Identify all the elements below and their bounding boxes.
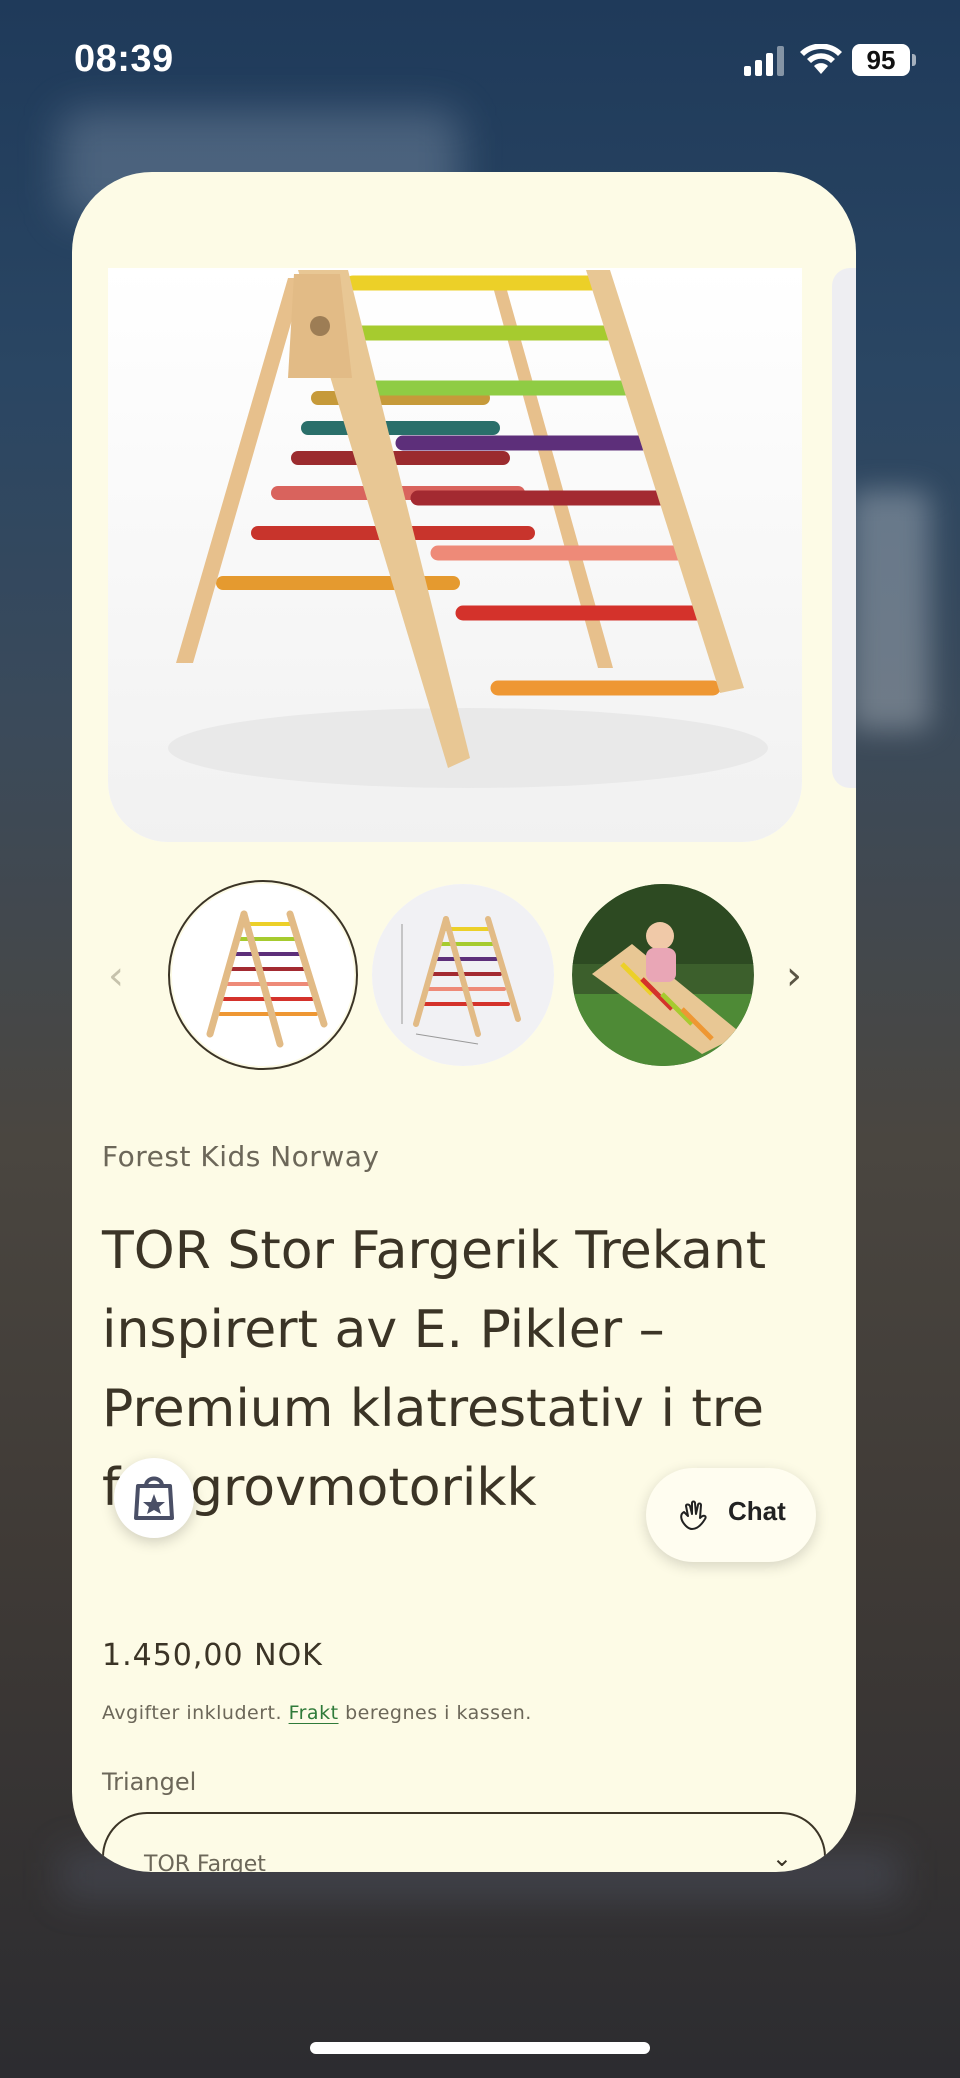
tax-note-end: beregnes i kassen. (338, 1702, 532, 1724)
shipping-link[interactable]: Frakt (289, 1702, 339, 1724)
shopping-bag-star-icon (134, 1476, 174, 1520)
carousel-prev-button[interactable]: ‹ (96, 946, 136, 1006)
variant-label: Triangel (102, 1768, 197, 1796)
thumbnail-3-image (572, 884, 754, 1066)
status-time: 08:39 (74, 38, 174, 80)
status-bar: 08:39 95 (0, 0, 960, 120)
battery-tip (912, 54, 916, 66)
climbing-triangle-illustration (108, 268, 802, 842)
shop-app-badge[interactable] (114, 1458, 194, 1538)
variant-selected-value: TOR Farget (144, 1852, 266, 1872)
next-image-peek[interactable] (832, 268, 856, 788)
thumbnail-3[interactable] (572, 884, 754, 1066)
cellular-signal-icon (744, 46, 784, 76)
thumbnail-2-image (372, 884, 554, 1066)
chat-label: Chat (728, 1496, 786, 1526)
tax-note-start: Avgifter inkludert. (102, 1702, 289, 1724)
chat-button[interactable]: Chat (646, 1468, 816, 1562)
thumbnail-1[interactable] (168, 880, 358, 1070)
carousel-next-button[interactable]: › (774, 946, 814, 1006)
thumbnail-1-image (172, 884, 354, 1066)
variant-select[interactable]: TOR Farget ⌄ (102, 1812, 826, 1872)
wifi-icon (800, 44, 842, 74)
product-main-image[interactable] (108, 268, 802, 842)
product-brand[interactable]: Forest Kids Norway (102, 1140, 379, 1173)
tax-shipping-note: Avgifter inkludert. Frakt beregnes i kas… (102, 1702, 532, 1724)
thumbnail-carousel: ‹ › (72, 880, 856, 1074)
home-indicator[interactable] (310, 2042, 650, 2054)
waving-hand-icon (680, 1500, 707, 1530)
product-price: 1.450,00 NOK (102, 1638, 323, 1673)
thumbnail-2[interactable] (372, 884, 554, 1066)
product-card[interactable]: ‹ › Forest Kids Norway TOR Stor Fargerik… (72, 172, 856, 1872)
battery-level: 95 (852, 44, 910, 76)
chevron-down-icon: ⌄ (771, 1844, 792, 1872)
